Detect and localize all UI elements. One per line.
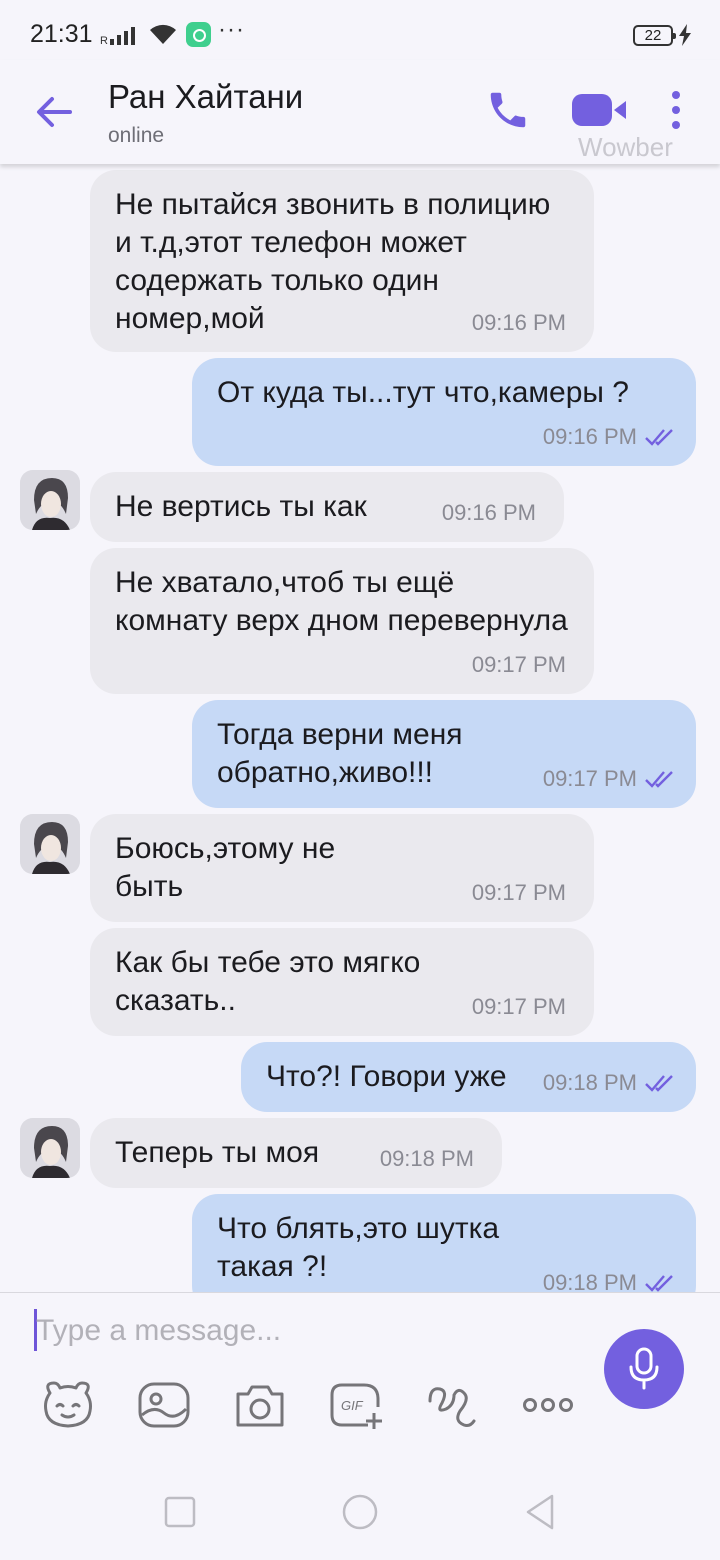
app-notification-icon — [186, 22, 211, 47]
voice-message-button[interactable] — [604, 1329, 684, 1409]
read-receipt-icon — [645, 429, 673, 446]
microphone-icon — [629, 1347, 659, 1390]
charging-icon — [679, 24, 691, 46]
message-list[interactable]: Не пытайся звонить в полицию и т.д,этот … — [0, 164, 720, 1292]
contact-avatar[interactable] — [20, 1118, 80, 1178]
gif-icon[interactable]: GIF — [328, 1379, 384, 1431]
message-bubble[interactable]: От куда ты...тут что,камеры ? 09:16 PM — [192, 358, 696, 466]
message-time: 09:17 PM — [471, 994, 566, 1019]
doodle-icon[interactable] — [424, 1379, 480, 1431]
camera-icon[interactable] — [232, 1379, 288, 1431]
status-time: 21:31 — [30, 20, 93, 48]
message-time: 09:17 PM — [542, 766, 637, 791]
message-bubble[interactable]: Боюсь,этому не быть 09:17 PM — [90, 814, 594, 922]
message-time: 09:16 PM — [542, 424, 637, 449]
phone-call-icon[interactable] — [485, 87, 531, 133]
watermark: Wowber — [578, 132, 673, 162]
more-notifications-icon: ··· — [218, 16, 245, 43]
message-bubble[interactable]: Не хватало,чтоб ты ещё комнату верх дном… — [90, 548, 594, 694]
recents-icon[interactable] — [160, 1492, 200, 1532]
message-text: Что блять,это шутка такая ?! — [217, 1212, 500, 1283]
signal-icon: R — [100, 27, 135, 46]
video-call-icon[interactable] — [570, 90, 630, 130]
overflow-menu-icon[interactable] — [666, 90, 686, 130]
read-receipt-icon — [645, 1275, 673, 1292]
contact-avatar[interactable] — [20, 814, 80, 874]
message-text: Как бы тебе это мягко сказать.. — [115, 946, 421, 1017]
message-text: Не хватало,чтоб ты ещё комнату верх дном… — [115, 566, 568, 637]
message-time: 09:16 PM — [441, 500, 536, 525]
battery-icon: 22 — [633, 25, 676, 46]
message-bubble[interactable]: Не вертись ты как 09:16 PM — [90, 472, 564, 542]
message-text: От куда ты...тут что,камеры ? — [217, 376, 629, 409]
signal-label: R — [100, 35, 108, 46]
gallery-icon[interactable] — [136, 1379, 192, 1431]
message-bubble[interactable]: Что блять,это шутка такая ?! 09:18 PM — [192, 1194, 696, 1292]
system-nav-bar — [0, 1460, 720, 1560]
svg-text:GIF: GIF — [341, 1398, 364, 1413]
message-time: 09:18 PM — [542, 1070, 637, 1095]
message-time: 09:17 PM — [471, 652, 566, 677]
message-bubble[interactable]: Что?! Говори уже 09:18 PM — [241, 1042, 696, 1112]
more-icon[interactable] — [520, 1379, 576, 1431]
message-time: 09:17 PM — [471, 880, 566, 905]
message-input[interactable] — [36, 1307, 556, 1355]
message-bubble[interactable]: Теперь ты моя 09:18 PM — [90, 1118, 502, 1188]
message-bubble[interactable]: Не пытайся звонить в полицию и т.д,этот … — [90, 170, 594, 352]
composer: GIF — [0, 1292, 720, 1460]
chat-header: Ран Хайтани online Wowber — [0, 60, 720, 164]
message-time: 09:16 PM — [471, 310, 566, 335]
read-receipt-icon — [645, 1075, 673, 1092]
wifi-icon — [150, 24, 176, 44]
back-arrow-icon[interactable] — [30, 88, 78, 136]
back-nav-icon[interactable] — [520, 1492, 560, 1532]
message-time: 09:18 PM — [542, 1270, 637, 1292]
read-receipt-icon — [645, 771, 673, 788]
home-icon[interactable] — [340, 1492, 380, 1532]
message-text: Боюсь,этому не быть — [115, 832, 336, 903]
contact-avatar[interactable] — [20, 470, 80, 530]
contact-status: online — [108, 124, 165, 147]
contact-name[interactable]: Ран Хайтани — [108, 78, 303, 116]
sticker-icon[interactable] — [40, 1379, 96, 1431]
message-bubble[interactable]: Тогда верни меня обратно,живо!!! 09:17 P… — [192, 700, 696, 808]
message-bubble[interactable]: Как бы тебе это мягко сказать.. 09:17 PM — [90, 928, 594, 1036]
message-time: 09:18 PM — [379, 1146, 474, 1171]
